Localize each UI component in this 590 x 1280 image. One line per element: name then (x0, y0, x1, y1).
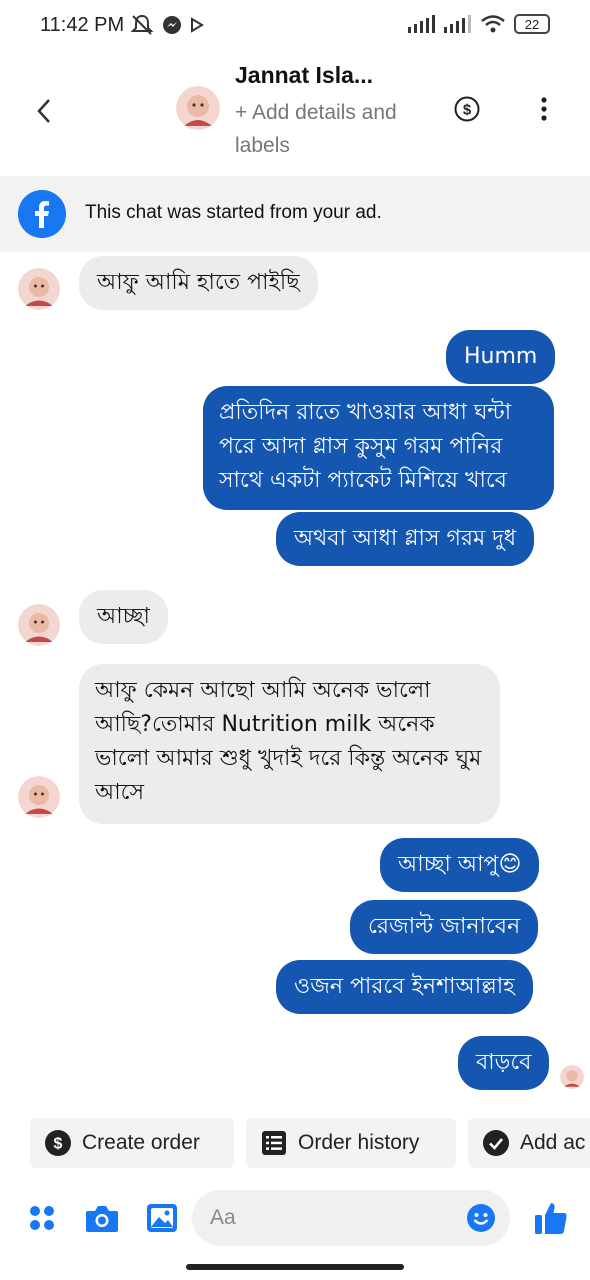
add-action-button[interactable]: Add ac (468, 1118, 590, 1168)
back-arrow-icon[interactable] (30, 96, 60, 126)
receipt-icon (262, 1131, 286, 1155)
message-outgoing[interactable]: বাড়বে (458, 1036, 550, 1090)
add-action-label: Add ac (520, 1131, 586, 1154)
sender-avatar (18, 268, 60, 310)
signal-icon-2 (444, 15, 471, 33)
battery-indicator: 22 (514, 14, 550, 34)
gallery-icon[interactable] (146, 1203, 178, 1233)
banner-text: This chat was started from your ad. (85, 202, 382, 223)
camera-icon[interactable] (85, 1203, 119, 1233)
sender-avatar (18, 776, 60, 818)
more-options-icon[interactable] (534, 96, 554, 122)
mute-icon (130, 14, 154, 35)
add-details-link[interactable]: + Add details and labels (235, 96, 405, 162)
status-time: 11:42 PM (40, 14, 125, 36)
contact-avatar[interactable] (176, 86, 220, 130)
emoji-icon[interactable] (466, 1203, 496, 1233)
message-input[interactable]: Aa (192, 1190, 510, 1246)
message-outgoing[interactable]: প্রতিদিন রাতে খাওয়ার আধা ঘন্টা পরে আদা … (203, 386, 554, 510)
sender-avatar (18, 604, 60, 646)
dollar-circle-icon[interactable]: $ (454, 96, 480, 122)
create-order-button[interactable]: $ Create order (30, 1118, 234, 1168)
message-outgoing[interactable]: ওজন পারবে ইনশাআল্লাহ (276, 960, 533, 1014)
chat-header: Jannat Isla... + Add details and labels … (0, 52, 590, 174)
ad-origin-banner: This chat was started from your ad. (0, 176, 590, 252)
seen-avatar (560, 1065, 584, 1089)
message-incoming[interactable]: আফু কেমন আছো আমি অনেক ভালো আছি?তোমার Nut… (79, 664, 500, 824)
order-history-button[interactable]: Order history (246, 1118, 456, 1168)
thumbs-up-icon[interactable] (533, 1200, 569, 1236)
message-incoming[interactable]: আফু আমি হাতে পাইছি (79, 256, 318, 310)
message-outgoing[interactable]: রেজাল্ট জানাবেন (350, 900, 539, 954)
status-right-icons: 22 (408, 14, 550, 34)
dollar-circle-icon: $ (45, 1130, 71, 1156)
status-left-icons (130, 14, 204, 36)
wifi-icon (481, 15, 505, 33)
contact-name[interactable]: Jannat Isla... (235, 62, 373, 89)
order-history-label: Order history (298, 1131, 420, 1154)
message-outgoing[interactable]: Humm (446, 330, 556, 384)
message-incoming[interactable]: আচ্ছা (79, 590, 168, 644)
create-order-label: Create order (82, 1131, 200, 1154)
check-circle-icon (483, 1130, 509, 1156)
signal-icon (408, 15, 435, 33)
message-outgoing[interactable]: অথবা আধা গ্লাস গরম দুধ (276, 512, 535, 566)
apps-grid-icon[interactable] (28, 1204, 56, 1232)
svg-text:$: $ (54, 1136, 63, 1153)
svg-text:$: $ (463, 102, 472, 119)
messenger-icon (163, 16, 181, 34)
message-input-placeholder: Aa (210, 1206, 236, 1229)
composer-bar: Aa (0, 1186, 590, 1250)
status-bar: 11:42 PM 22 (0, 0, 590, 52)
message-outgoing[interactable]: আচ্ছা আপু😊 (380, 838, 540, 892)
facebook-icon (18, 190, 66, 238)
home-indicator (186, 1264, 404, 1270)
play-icon (191, 17, 204, 33)
